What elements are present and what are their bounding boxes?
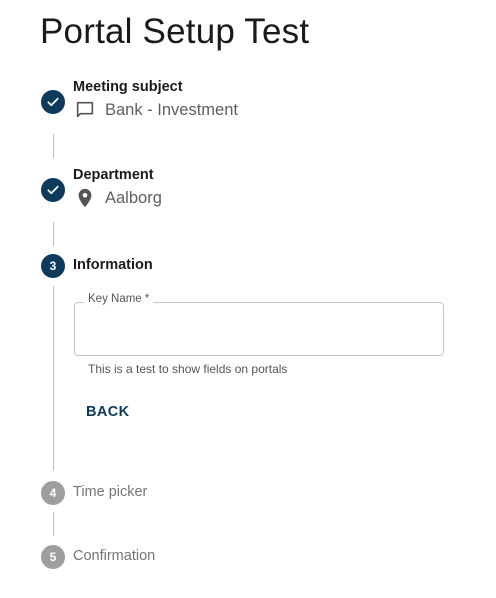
step-value-meeting-subject: Bank - Investment — [74, 99, 238, 121]
location-pin-icon — [74, 187, 96, 209]
step-label-department[interactable]: Department — [73, 167, 154, 183]
step-connector — [53, 222, 54, 246]
key-name-helper-text: This is a test to show fields on portals — [88, 362, 288, 376]
step-connector — [53, 134, 54, 158]
step-label-time-picker: Time picker — [73, 484, 148, 500]
meeting-subject-value: Bank - Investment — [105, 100, 238, 119]
step-completed-check-icon — [41, 90, 65, 114]
step-completed-check-icon — [41, 178, 65, 202]
step-number-badge: 5 — [41, 545, 65, 569]
step-connector — [53, 286, 54, 471]
step-number-badge: 3 — [41, 254, 65, 278]
key-name-field-label: Key Name * — [84, 293, 154, 305]
back-button[interactable]: BACK — [80, 400, 136, 424]
step-value-department: Aalborg — [74, 187, 162, 209]
key-name-input[interactable] — [74, 302, 444, 356]
chat-bubble-icon — [74, 99, 96, 121]
department-value: Aalborg — [105, 188, 162, 207]
step-label-confirmation: Confirmation — [73, 548, 156, 564]
step-number-badge: 4 — [41, 481, 65, 505]
step-label-meeting-subject[interactable]: Meeting subject — [73, 79, 183, 95]
step-label-information: Information — [73, 257, 153, 273]
step-connector — [53, 512, 54, 536]
page-title: Portal Setup Test — [40, 12, 310, 51]
